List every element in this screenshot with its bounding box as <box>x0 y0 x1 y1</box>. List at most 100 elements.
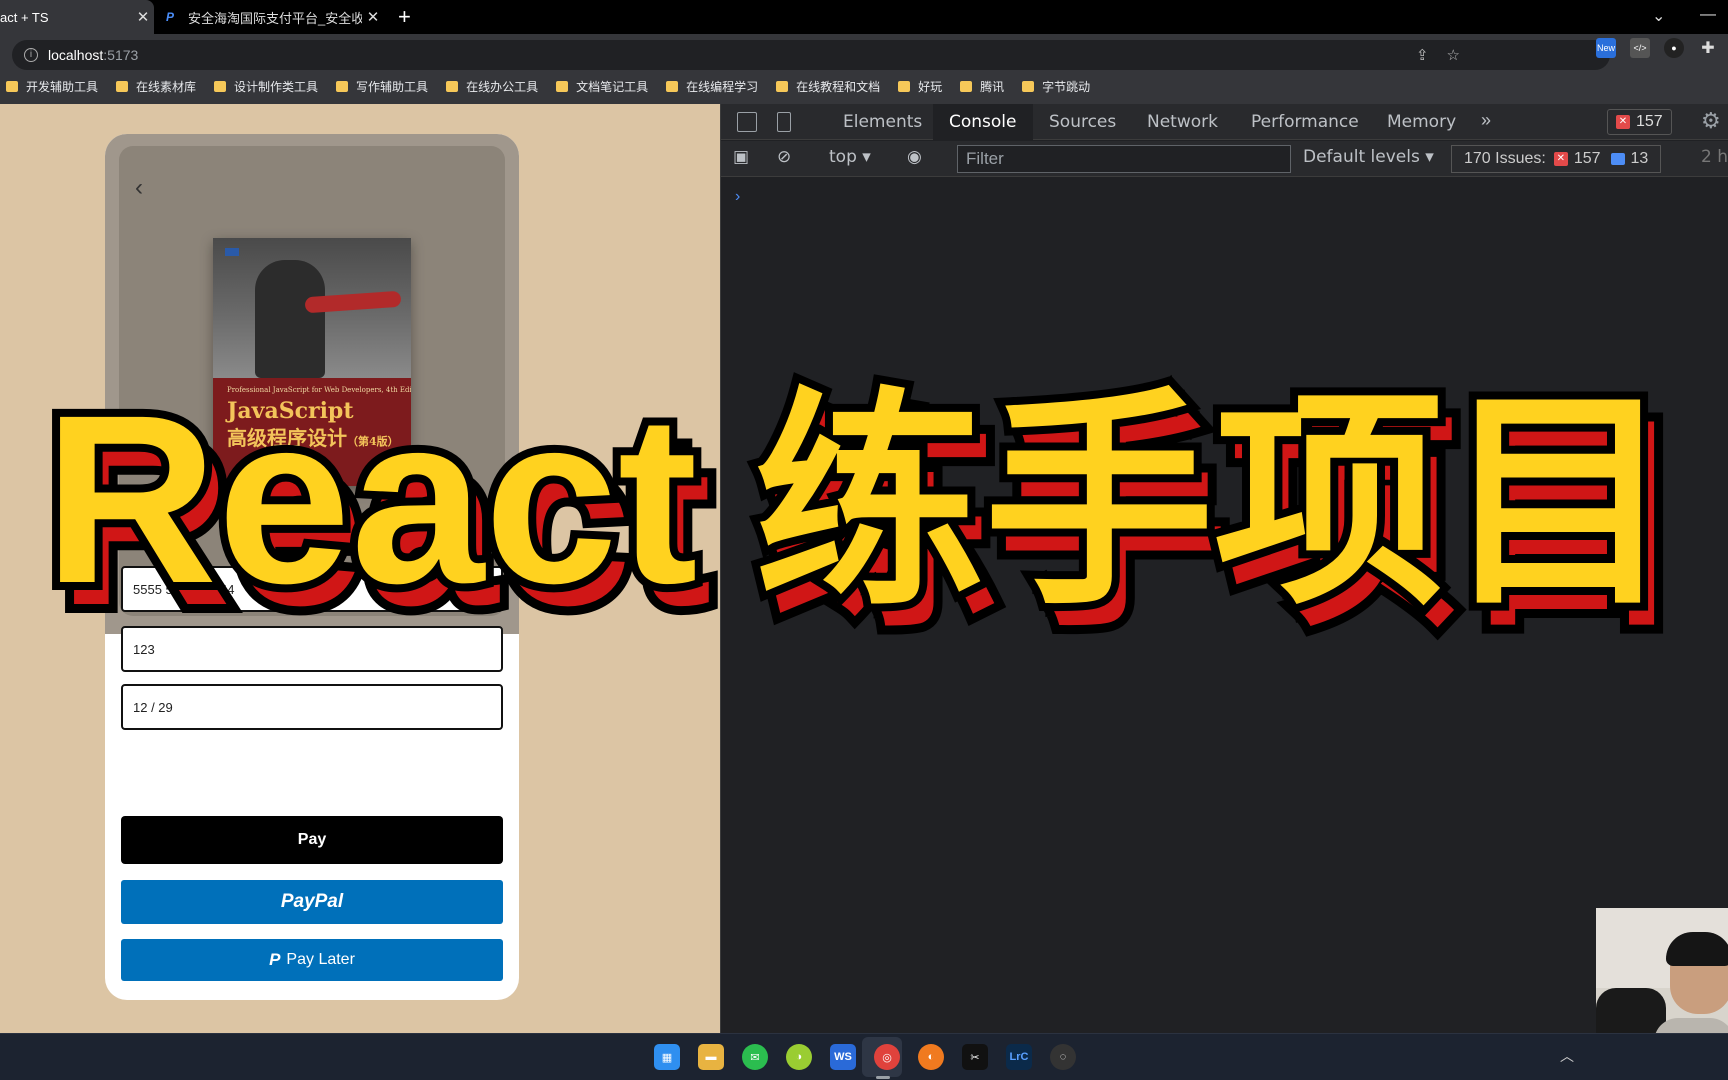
folder-icon <box>776 80 789 92</box>
tab-sources[interactable]: Sources <box>1049 104 1116 140</box>
lightroom-icon[interactable]: LrC <box>1006 1044 1032 1070</box>
context-selector[interactable]: top ▾ <box>829 147 871 167</box>
folder-icon <box>898 80 911 92</box>
expiry-field[interactable]: 12 / 29 <box>121 684 503 730</box>
screen: act + TS ✕ P 安全海淘国际支付平台_安全收款 ✕ + ⌄ — i l… <box>0 0 1728 1080</box>
close-icon[interactable]: ✕ <box>362 8 384 26</box>
new-tab-button[interactable]: + <box>398 4 411 30</box>
taskbar: ▦ ▬ ✉ ◑ WS ◎ ◐ ✂ LrC ◌ ︿ <box>0 1033 1728 1080</box>
error-icon: ✕ <box>1616 115 1630 129</box>
error-count-badge[interactable]: ✕ 157 <box>1607 109 1672 135</box>
web-page: ‹ Professional JavaScript for Web Develo… <box>0 104 720 1033</box>
book-subtitle: Professional JavaScript for Web Develope… <box>227 386 411 394</box>
info-icon[interactable]: i <box>24 48 38 62</box>
file-explorer-icon[interactable]: ▬ <box>698 1044 724 1070</box>
console-prompt[interactable]: › <box>735 188 740 206</box>
browser-toolbar: i localhost:5173 ⇪ ☆ New </> ● ✚ 开发辅助工具 … <box>0 34 1728 104</box>
firefox-icon[interactable]: ◐ <box>918 1044 944 1070</box>
extension-new-icon[interactable]: New <box>1596 38 1616 58</box>
gear-icon[interactable]: ⚙ <box>1701 108 1721 134</box>
log-levels-dropdown[interactable]: Default levels ▾ <box>1303 147 1434 167</box>
code-extension-icon[interactable]: </> <box>1630 38 1650 58</box>
folder-icon <box>214 80 227 92</box>
chrome-icon[interactable]: ◎ <box>874 1044 900 1070</box>
obs-icon[interactable]: ◌ <box>1050 1044 1076 1070</box>
bookmark-folder[interactable]: 写作辅助工具 <box>336 78 428 95</box>
profile-extension-icon[interactable]: ● <box>1664 38 1684 58</box>
url-port: :5173 <box>103 47 139 63</box>
clear-console-icon[interactable]: ⊘ <box>777 147 791 167</box>
card-number-field[interactable]: 5555 55 44 <box>121 566 503 612</box>
url-host: localhost <box>48 47 104 63</box>
info-message-icon <box>1610 153 1625 165</box>
tab-elements[interactable]: Elements <box>843 104 922 140</box>
tab-network[interactable]: Network <box>1147 104 1218 140</box>
close-icon[interactable]: ✕ <box>132 8 154 26</box>
share-icon[interactable]: ⇪ <box>1416 46 1429 64</box>
pay-button[interactable]: Pay <box>121 816 503 864</box>
puzzle-icon[interactable]: ✚ <box>1698 38 1718 58</box>
devtools-tab-bar: Elements Console Sources Network Perform… <box>721 104 1728 140</box>
bookmark-folder[interactable]: 开发辅助工具 <box>6 78 98 95</box>
bookmark-folder[interactable]: 在线素材库 <box>116 78 196 95</box>
folder-icon <box>336 80 349 92</box>
app-icon[interactable]: ◑ <box>786 1044 812 1070</box>
pay-later-button[interactable]: P Pay Later <box>121 939 503 981</box>
start-icon[interactable]: ▦ <box>654 1044 680 1070</box>
book-title: JavaScript <box>227 398 354 424</box>
publisher-logo <box>225 248 239 256</box>
bookmark-folder[interactable]: 好玩 <box>898 78 942 95</box>
tab-title: act + TS <box>0 9 49 25</box>
console-toolbar: ▣ ⊘ top ▾ ◉ Filter Default levels ▾ 170 … <box>721 141 1728 177</box>
tab-performance[interactable]: Performance <box>1251 104 1359 140</box>
folder-icon <box>556 80 569 92</box>
bookmarks-bar: 开发辅助工具 在线素材库 设计制作类工具 写作辅助工具 在线办公工具 文档笔记工… <box>6 74 1108 98</box>
cvc-field[interactable]: 123 <box>121 626 503 672</box>
bookmark-star-icon[interactable]: ☆ <box>1447 46 1460 64</box>
error-icon: ✕ <box>1553 152 1568 166</box>
product-overlay: ‹ Professional JavaScript for Web Develo… <box>105 134 519 634</box>
console-filter-input[interactable]: Filter <box>957 145 1291 173</box>
tab-payment-platform[interactable]: P 安全海淘国际支付平台_安全收款 ✕ <box>154 0 384 34</box>
bookmark-folder[interactable]: 设计制作类工具 <box>214 78 318 95</box>
paypal-favicon-icon: P <box>166 10 175 24</box>
bookmark-folder[interactable]: 在线办公工具 <box>446 78 538 95</box>
capcut-icon[interactable]: ✂ <box>962 1044 988 1070</box>
folder-icon <box>666 80 679 92</box>
more-tabs-icon[interactable]: » <box>1481 110 1491 131</box>
wechat-icon[interactable]: ✉ <box>742 1044 768 1070</box>
devtools-panel: Elements Console Sources Network Perform… <box>720 104 1728 1033</box>
device-toolbar-icon[interactable] <box>777 112 791 132</box>
paypal-icon: P <box>269 950 281 969</box>
paypal-button[interactable]: PayPal <box>121 880 503 924</box>
tab-console[interactable]: Console <box>933 104 1033 140</box>
bookmark-folder[interactable]: 字节跳动 <box>1022 78 1090 95</box>
inspect-element-icon[interactable] <box>737 112 757 132</box>
chevron-down-icon[interactable]: ⌄ <box>1652 6 1665 26</box>
bookmark-folder[interactable]: 文档笔记工具 <box>556 78 648 95</box>
address-bar[interactable]: i localhost:5173 ⇪ ☆ <box>12 40 1610 70</box>
bookmark-folder[interactable]: 腾讯 <box>960 78 1004 95</box>
bookmark-folder[interactable]: 在线教程和文档 <box>776 78 880 95</box>
minimize-icon[interactable]: — <box>1700 6 1716 24</box>
folder-icon <box>1022 80 1035 92</box>
webstorm-icon[interactable]: WS <box>830 1044 856 1070</box>
eye-icon[interactable]: ◉ <box>907 147 922 167</box>
pay-later-label: Pay Later <box>286 951 355 968</box>
tab-title: 安全海淘国际支付平台_安全收款 <box>188 10 362 26</box>
folder-icon <box>6 80 18 92</box>
book-title-cn: 高级程序设计（第4版） <box>227 426 399 450</box>
book-cover: Professional JavaScript for Web Develope… <box>213 238 411 486</box>
checkout-card: ‹ Professional JavaScript for Web Develo… <box>105 134 519 1000</box>
tray-chevron-icon[interactable]: ︿ <box>1560 1046 1574 1066</box>
bookmark-folder[interactable]: 在线编程学习 <box>666 78 758 95</box>
sidebar-toggle-icon[interactable]: ▣ <box>733 147 749 167</box>
issues-counter[interactable]: 170 Issues: ✕ 157 13 <box>1451 145 1662 173</box>
tab-strip: act + TS ✕ P 安全海淘国际支付平台_安全收款 ✕ + ⌄ — <box>0 0 1728 34</box>
tab-react-ts[interactable]: act + TS ✕ <box>0 0 154 34</box>
cover-figure <box>255 260 325 378</box>
folder-icon <box>116 80 129 92</box>
folder-icon <box>446 80 459 92</box>
tab-memory[interactable]: Memory <box>1387 104 1456 140</box>
back-chevron-icon[interactable]: ‹ <box>135 174 143 202</box>
